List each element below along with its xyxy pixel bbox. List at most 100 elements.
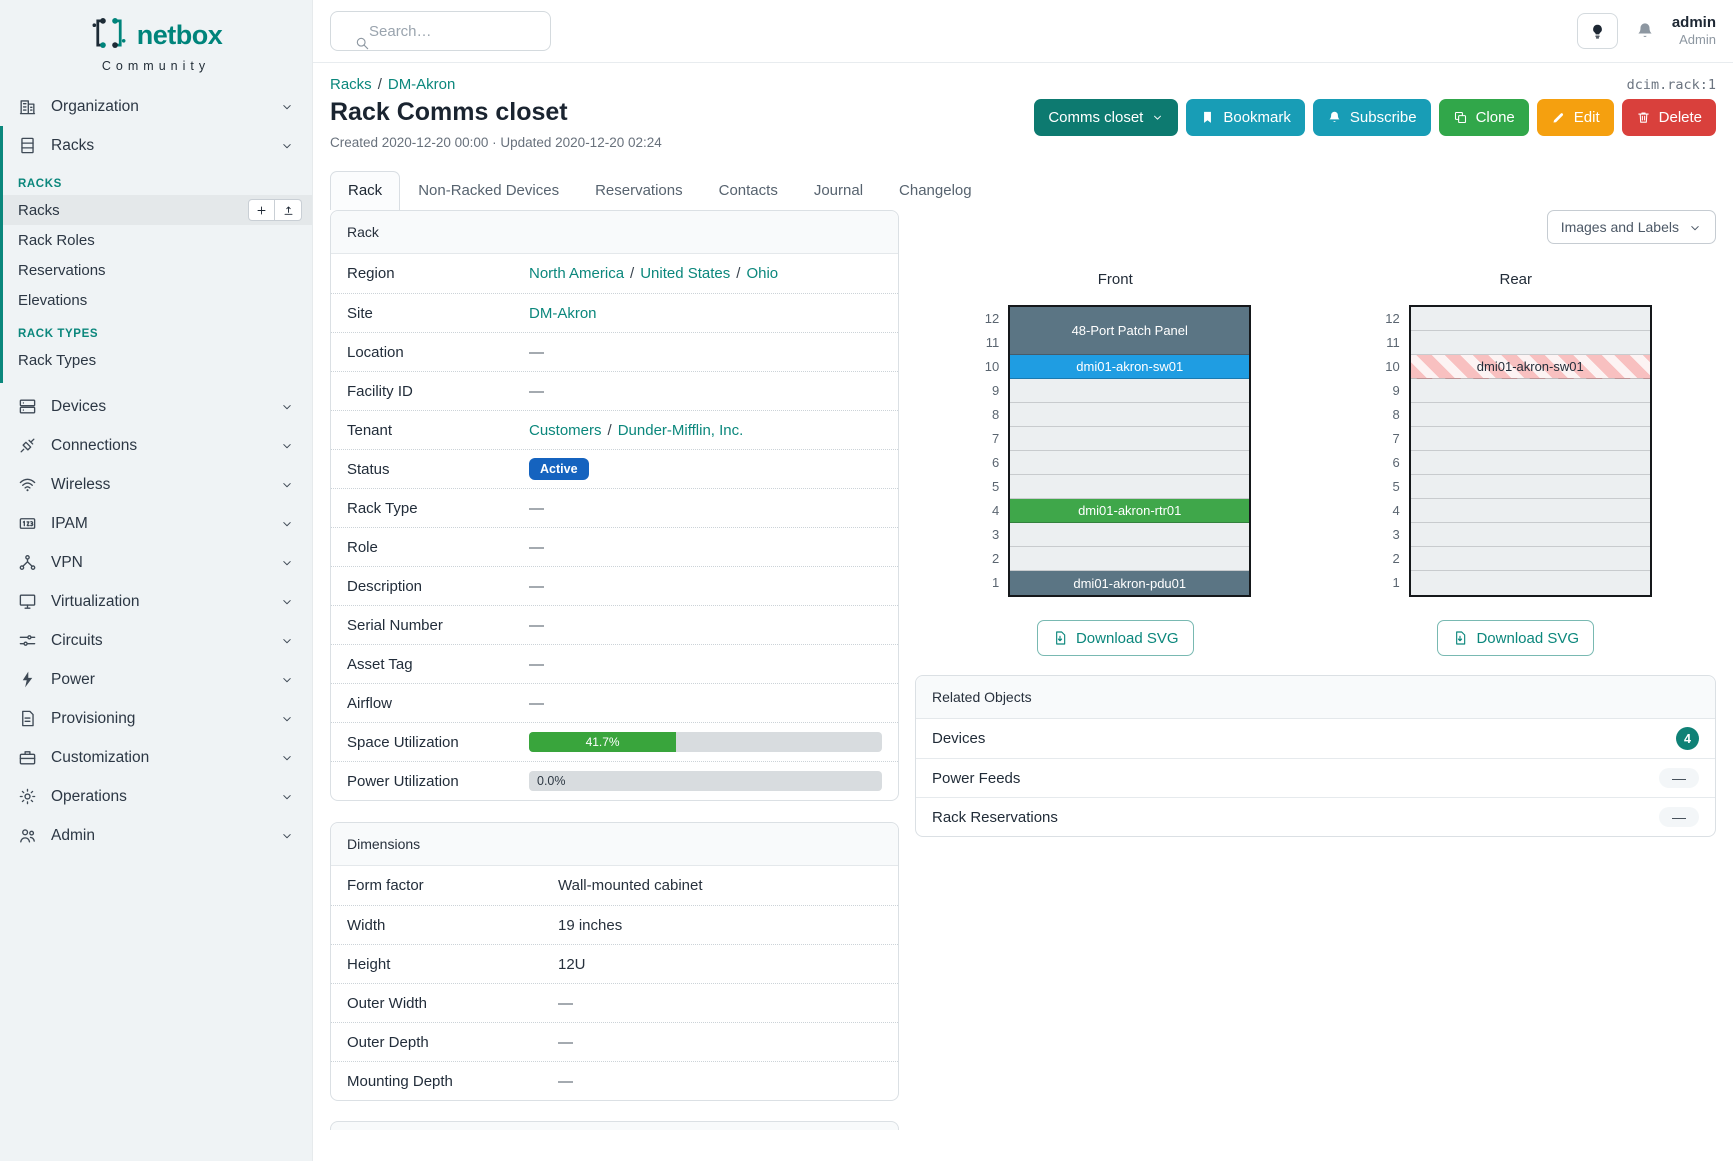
sidebar-item-elevations[interactable]: Elevations — [3, 285, 312, 315]
sidebar-item-organization[interactable]: Organization — [0, 87, 312, 126]
next-panel-edge — [330, 1121, 899, 1130]
rack-unit-device-dmi01-akron-pdu01[interactable]: dmi01-akron-pdu01 — [1010, 571, 1249, 595]
comms-closet-dropdown[interactable]: Comms closet — [1034, 99, 1178, 136]
wireless-icon — [18, 475, 37, 494]
edit-button[interactable]: Edit — [1537, 99, 1614, 136]
link-ohio[interactable]: Ohio — [746, 265, 778, 282]
related-row-power-feeds: Power Feeds— — [916, 758, 1715, 797]
unit-number: 10 — [979, 355, 999, 379]
rack-unit-empty[interactable] — [1010, 379, 1249, 403]
unit-numbers: 121110987654321 — [979, 305, 999, 597]
rack-unit-device-dmi01-akron-sw01[interactable]: dmi01-akron-sw01 — [1010, 355, 1249, 379]
empty-count-rack-reservations: — — [1659, 807, 1699, 827]
breadcrumb-separator: / — [378, 76, 382, 93]
tab-non-racked-devices[interactable]: Non-Racked Devices — [400, 171, 577, 210]
user-menu[interactable]: admin Admin — [1672, 14, 1716, 48]
rack-unit-empty[interactable] — [1411, 547, 1650, 571]
empty-value: — — [558, 1034, 573, 1051]
created-updated-meta: Created 2020-12-20 00:00 · Updated 2020-… — [330, 135, 662, 150]
rack-unit-empty[interactable] — [1010, 403, 1249, 427]
rack-unit-device-dmi01-akron-rtr01[interactable]: dmi01-akron-rtr01 — [1010, 499, 1249, 523]
clone-button[interactable]: Clone — [1439, 99, 1529, 136]
page-title: Rack Comms closet — [330, 98, 662, 127]
rack-unit-empty[interactable] — [1411, 403, 1650, 427]
sidebar-item-power[interactable]: Power — [0, 660, 312, 699]
rack-unit-empty[interactable] — [1010, 475, 1249, 499]
rack-elevations: Front12111098765432148-Port Patch Paneld… — [915, 271, 1716, 656]
sidebar-section-heading: RACKS — [3, 165, 312, 195]
sidebar-item-rack-roles[interactable]: Rack Roles — [3, 225, 312, 255]
sidebar-item-operations[interactable]: Operations — [0, 777, 312, 816]
rack-unit-device-48-port-patch-panel[interactable]: 48-Port Patch Panel — [1010, 307, 1249, 355]
rack-diagram-rear: dmi01-akron-sw01 — [1409, 305, 1652, 597]
sidebar-item-virtualization[interactable]: Virtualization — [0, 582, 312, 621]
rack-unit-empty[interactable] — [1010, 523, 1249, 547]
rack-unit-empty[interactable] — [1411, 427, 1650, 451]
empty-value: — — [529, 383, 544, 400]
sidebar-item-reservations[interactable]: Reservations — [3, 255, 312, 285]
unit-number: 2 — [979, 547, 999, 571]
sidebar-item-ipam[interactable]: IPAM — [0, 504, 312, 543]
rack-unit-empty[interactable] — [1411, 451, 1650, 475]
sidebar-item-wireless[interactable]: Wireless — [0, 465, 312, 504]
theme-toggle-button[interactable] — [1577, 13, 1618, 49]
count-badge-devices[interactable]: 4 — [1676, 727, 1699, 750]
rack-unit-empty[interactable] — [1411, 523, 1650, 547]
empty-value: — — [558, 995, 573, 1012]
add-button[interactable] — [248, 199, 275, 221]
tab-contacts[interactable]: Contacts — [701, 171, 796, 210]
breadcrumb-link-dm-akron[interactable]: DM-Akron — [388, 76, 456, 93]
subscribe-button[interactable]: Subscribe — [1313, 99, 1431, 136]
bookmark-button[interactable]: Bookmark — [1186, 99, 1305, 136]
rack-unit-empty[interactable] — [1411, 379, 1650, 403]
sidebar-item-racks[interactable]: Racks — [3, 126, 312, 165]
empty-value: — — [529, 344, 544, 361]
rack-unit-empty[interactable] — [1411, 571, 1650, 595]
tab-journal[interactable]: Journal — [796, 171, 881, 210]
topbar-right: admin Admin — [1577, 13, 1716, 49]
link-customers[interactable]: Customers — [529, 422, 602, 439]
sidebar-item-rack-types[interactable]: Rack Types — [3, 345, 312, 375]
download-svg-button-front[interactable]: Download SVG — [1037, 620, 1194, 656]
search-box — [330, 11, 551, 51]
sidebar-item-racks[interactable]: Racks — [3, 195, 312, 225]
link-dm-akron[interactable]: DM-Akron — [529, 305, 597, 322]
images-and-labels-dropdown[interactable]: Images and Labels — [1547, 210, 1716, 244]
rack-unit-empty[interactable] — [1411, 475, 1650, 499]
delete-button[interactable]: Delete — [1622, 99, 1716, 136]
rack-unit-empty[interactable] — [1010, 427, 1249, 451]
unit-number: 12 — [979, 307, 999, 331]
rack-unit-empty[interactable] — [1411, 307, 1650, 331]
sidebar-item-devices[interactable]: Devices — [0, 387, 312, 426]
netbox-logo[interactable]: netbox — [0, 0, 312, 57]
tab-rack[interactable]: Rack — [330, 171, 400, 210]
sidebar-item-vpn[interactable]: VPN — [0, 543, 312, 582]
tab-changelog[interactable]: Changelog — [881, 171, 990, 210]
download-svg-button-rear[interactable]: Download SVG — [1437, 620, 1594, 656]
rack-unit-empty[interactable] — [1411, 331, 1650, 355]
link-united-states[interactable]: United States — [640, 265, 730, 282]
notifications-bell-icon[interactable] — [1635, 21, 1655, 41]
sidebar-item-provisioning[interactable]: Provisioning — [0, 699, 312, 738]
link-north-america[interactable]: North America — [529, 265, 624, 282]
link-dunder-mifflin-inc[interactable]: Dunder-Mifflin, Inc. — [618, 422, 744, 439]
bookmark-icon — [1200, 110, 1215, 125]
sidebar-item-customization[interactable]: Customization — [0, 738, 312, 777]
sidebar-item-connections[interactable]: Connections — [0, 426, 312, 465]
tab-reservations[interactable]: Reservations — [577, 171, 701, 210]
chevron-down-icon — [280, 478, 294, 492]
rack-unit-empty[interactable] — [1010, 547, 1249, 571]
rack-unit-device-dmi01-akron-sw01[interactable]: dmi01-akron-sw01 — [1411, 355, 1650, 379]
main-area: admin Admin Racks/DM-Akron dcim.rack:1 R… — [313, 0, 1733, 1161]
related-objects-rows: Devices4Power Feeds—Rack Reservations— — [916, 719, 1715, 836]
app-root: netbox Community OrganizationRacksRACKSR… — [0, 0, 1733, 1161]
rack-unit-empty[interactable] — [1010, 451, 1249, 475]
import-button[interactable] — [275, 199, 302, 221]
rack-unit-empty[interactable] — [1411, 499, 1650, 523]
sidebar-item-circuits[interactable]: Circuits — [0, 621, 312, 660]
attr-row-facility-id: Facility ID— — [331, 371, 898, 410]
dimensions-panel: Dimensions Form factorWall-mounted cabin… — [330, 822, 899, 1101]
unit-number: 6 — [979, 451, 999, 475]
breadcrumb-link-racks[interactable]: Racks — [330, 76, 372, 93]
sidebar-item-admin[interactable]: Admin — [0, 816, 312, 855]
